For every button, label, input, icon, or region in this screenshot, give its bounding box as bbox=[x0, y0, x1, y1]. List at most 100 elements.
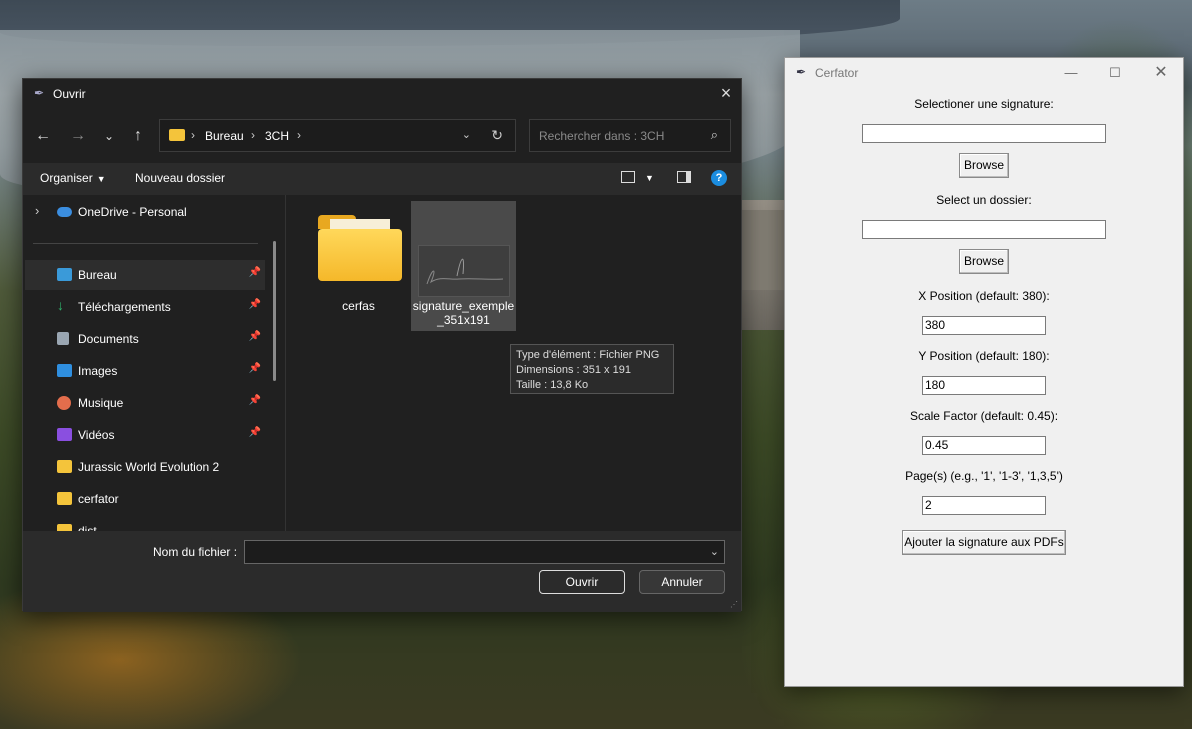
dialog-title-bar: ✒ Ouvrir × bbox=[23, 79, 741, 109]
sidebar-item-onedrive[interactable]: › OneDrive - Personal bbox=[25, 197, 265, 227]
organize-menu[interactable]: Organiser ▼ bbox=[40, 171, 106, 185]
sidebar-item-musique[interactable]: Musique 📌 bbox=[25, 388, 265, 418]
folder-icon bbox=[57, 460, 72, 473]
breadcrumb-separator-icon[interactable]: › bbox=[297, 128, 301, 142]
pin-icon: 📌 bbox=[248, 427, 261, 438]
dialog-title: Ouvrir bbox=[53, 87, 86, 101]
sidebar-item-label: Jurassic World Evolution 2 bbox=[78, 460, 220, 474]
background-castle-wall bbox=[740, 210, 790, 290]
expand-chevron-icon[interactable]: › bbox=[35, 203, 39, 218]
maximize-icon[interactable]: ☐ bbox=[1103, 62, 1127, 84]
breadcrumb-separator-icon[interactable]: › bbox=[251, 128, 255, 142]
feather-icon: ✒ bbox=[34, 86, 45, 100]
tooltip-type: Type d'élément : Fichier PNG bbox=[516, 349, 660, 361]
file-item-signature[interactable]: signature_exemple_351x191 bbox=[411, 201, 516, 331]
up-arrow-icon[interactable]: ↑ bbox=[127, 126, 149, 146]
back-arrow-icon[interactable]: ← bbox=[32, 126, 54, 146]
new-folder-button[interactable]: Nouveau dossier bbox=[135, 171, 225, 185]
pin-icon: 📌 bbox=[248, 363, 261, 374]
x-position-field[interactable]: 380 bbox=[922, 316, 1046, 335]
scale-factor-field[interactable]: 0.45 bbox=[922, 436, 1046, 455]
address-bar[interactable]: › Bureau › 3CH › ⌄ ↻ bbox=[159, 119, 516, 152]
add-signature-button[interactable]: Ajouter la signature aux PDFs bbox=[902, 530, 1066, 555]
preview-pane-icon[interactable] bbox=[677, 171, 691, 183]
cerfator-title-bar: ✒ Cerfator — ☐ ✕ bbox=[785, 58, 1183, 88]
sidebar-item-bureau[interactable]: Bureau 📌 bbox=[25, 260, 265, 290]
signature-path-field[interactable] bbox=[862, 124, 1106, 143]
sidebar-scrollbar[interactable] bbox=[273, 241, 276, 381]
pin-icon: 📌 bbox=[248, 299, 261, 310]
caret-down-icon: ▼ bbox=[96, 174, 106, 184]
open-file-dialog: ✒ Ouvrir × ← → ⌄ ↑ › Bureau › 3CH › ⌄ ↻ … bbox=[22, 78, 742, 612]
sidebar-divider bbox=[33, 243, 258, 244]
file-name: signature_exemple_351x191 bbox=[412, 299, 515, 327]
desktop-icon bbox=[57, 268, 72, 281]
tooltip-size: Taille : 13,8 Ko bbox=[516, 379, 589, 391]
sidebar-item-telechargements[interactable]: ↓ Téléchargements 📌 bbox=[25, 292, 265, 322]
pages-field[interactable]: 2 bbox=[922, 496, 1046, 515]
sidebar-item-label: cerfator bbox=[78, 492, 119, 506]
forward-arrow-icon[interactable]: → bbox=[67, 126, 89, 146]
sidebar-item-label: dist bbox=[78, 524, 97, 531]
folder-path-field[interactable] bbox=[862, 220, 1106, 239]
file-item-cerfas[interactable]: cerfas bbox=[306, 201, 411, 331]
signature-label: Selectioner une signature: bbox=[914, 97, 1054, 111]
breadcrumb-3ch[interactable]: 3CH bbox=[265, 129, 289, 143]
close-icon[interactable]: ✕ bbox=[1149, 62, 1173, 84]
cerfator-window: ✒ Cerfator — ☐ ✕ Selectioner une signatu… bbox=[784, 57, 1184, 687]
scale-factor-label: Scale Factor (default: 0.45): bbox=[909, 409, 1059, 423]
sidebar-item-images[interactable]: Images 📌 bbox=[25, 356, 265, 386]
sidebar-item-label: Musique bbox=[78, 396, 124, 410]
sidebar-item-jurassic-world[interactable]: Jurassic World Evolution 2 bbox=[25, 452, 265, 482]
sidebar-item-label: Vidéos bbox=[78, 428, 115, 442]
filename-input[interactable]: ⌄ bbox=[244, 540, 725, 564]
search-input[interactable]: Rechercher dans : 3CH ⌕ bbox=[529, 119, 731, 152]
minimize-icon[interactable]: — bbox=[1059, 62, 1083, 84]
video-icon bbox=[57, 428, 72, 441]
chevron-down-icon[interactable]: ⌄ bbox=[710, 545, 719, 558]
feather-icon: ✒ bbox=[796, 65, 807, 79]
cancel-button[interactable]: Annuler bbox=[639, 570, 725, 594]
resize-grip-icon[interactable]: ⋰ bbox=[730, 600, 738, 609]
sidebar-item-label: OneDrive - Personal bbox=[78, 205, 187, 219]
dialog-footer: Nom du fichier : ⌄ Ouvrir Annuler ⋰ bbox=[23, 531, 741, 612]
y-position-field[interactable]: 180 bbox=[922, 376, 1046, 395]
sidebar-item-videos[interactable]: Vidéos 📌 bbox=[25, 420, 265, 450]
window-title: Cerfator bbox=[815, 66, 859, 80]
breadcrumb-separator-icon: › bbox=[191, 128, 195, 142]
search-placeholder: Rechercher dans : 3CH bbox=[539, 129, 665, 143]
image-icon bbox=[57, 364, 72, 377]
view-mode-icon[interactable] bbox=[621, 171, 635, 183]
pages-label: Page(s) (e.g., '1', '1-3', '1,3,5') bbox=[905, 469, 1063, 483]
browse-folder-button[interactable]: Browse bbox=[959, 249, 1009, 274]
folder-label: Select un dossier: bbox=[936, 193, 1032, 207]
filename-label: Nom du fichier : bbox=[153, 545, 238, 559]
breadcrumb-bureau[interactable]: Bureau bbox=[205, 129, 244, 143]
pin-icon: 📌 bbox=[248, 395, 261, 406]
refresh-icon[interactable]: ↻ bbox=[491, 127, 503, 144]
open-button[interactable]: Ouvrir bbox=[539, 570, 625, 594]
view-dropdown-icon[interactable]: ▼ bbox=[645, 173, 654, 183]
sidebar-item-dist[interactable]: dist bbox=[25, 516, 265, 531]
close-button[interactable]: × bbox=[711, 79, 741, 109]
file-info-tooltip: Type d'élément : Fichier PNG Dimensions … bbox=[510, 344, 674, 394]
sidebar-item-cerfator[interactable]: cerfator bbox=[25, 484, 265, 514]
organize-label: Organiser bbox=[40, 171, 93, 185]
sidebar-item-documents[interactable]: Documents 📌 bbox=[25, 324, 265, 354]
navigation-pane: › OneDrive - Personal Bureau 📌 ↓ Télécha… bbox=[23, 195, 285, 531]
browse-signature-button[interactable]: Browse bbox=[959, 153, 1009, 178]
address-dropdown-icon[interactable]: ⌄ bbox=[462, 128, 471, 141]
command-bar: Organiser ▼ Nouveau dossier ▼ ? bbox=[23, 163, 741, 195]
sidebar-item-label: Téléchargements bbox=[78, 300, 171, 314]
signature-thumbnail-image bbox=[418, 245, 510, 297]
sidebar-item-label: Bureau bbox=[78, 268, 117, 282]
sidebar-item-label: Images bbox=[78, 364, 118, 378]
y-position-label: Y Position (default: 180): bbox=[918, 349, 1050, 363]
help-icon[interactable]: ? bbox=[711, 170, 727, 186]
x-position-label: X Position (default: 380): bbox=[918, 289, 1050, 303]
folder-icon bbox=[169, 129, 185, 141]
folder-icon bbox=[318, 215, 402, 281]
sidebar-item-label: Documents bbox=[78, 332, 139, 346]
recent-locations-chevron-icon[interactable]: ⌄ bbox=[98, 126, 120, 146]
search-icon: ⌕ bbox=[710, 127, 718, 142]
